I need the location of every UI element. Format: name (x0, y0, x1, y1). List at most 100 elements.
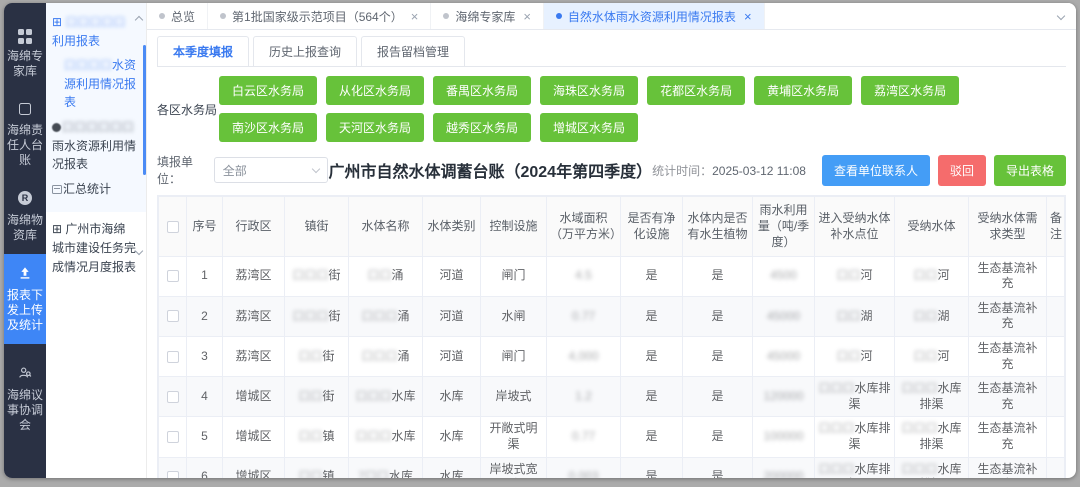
redacted-text: 口口口 (292, 268, 329, 283)
bureau-button-10[interactable]: 增城区水务局 (540, 113, 639, 142)
bureau-button-3[interactable]: 海珠区水务局 (540, 76, 639, 105)
bureau-button-0[interactable]: 白云区水务局 (219, 76, 318, 105)
row-checkbox[interactable] (166, 270, 179, 283)
redacted-text: 口口口 (355, 388, 392, 403)
redacted-text: 200000 (763, 469, 804, 478)
redacted-text: 口口 (367, 268, 392, 283)
table-cell: 口口湖 (894, 295, 969, 337)
tab-label: 海绵专家库 (455, 9, 516, 24)
table-cell: 增城区 (222, 456, 285, 478)
table-cell: 口口河 (814, 335, 895, 378)
table-cell: 增城区 (222, 376, 285, 418)
reject-button[interactable]: 驳回 (937, 154, 986, 186)
tab-report-archive[interactable]: 报告留档管理 (361, 36, 466, 66)
tab-current-quarter[interactable]: 本季度填报 (157, 36, 250, 66)
menu-item-rainwater-usage-report[interactable]: 口口口口口口雨水资源利用情况报表 (52, 118, 142, 174)
tab-bar: 总览 第1批国家级示范项目（564个） × 海绵专家库 × 自然水体雨水资源利用… (147, 3, 1076, 30)
table-cell: 口口口水库排渠 (814, 416, 895, 458)
menu-group-monthly-report[interactable]: ⊞ 广州市海绵城市建设任务完成情况月度报表 (52, 220, 144, 276)
sidebar-item-responsible-ledger[interactable]: 海绵责任人台账 (4, 90, 46, 179)
bureau-button-6[interactable]: 荔湾区水务局 (861, 76, 960, 105)
bureau-button-7[interactable]: 南沙区水务局 (219, 113, 318, 142)
bureau-button-8[interactable]: 天河区水务局 (326, 113, 425, 142)
redacted-text: 口口口 (901, 421, 938, 436)
row-checkbox[interactable] (166, 471, 179, 478)
table-cell: 口口口水库排渠 (814, 456, 895, 478)
menu-scrollbar-thumb[interactable] (143, 45, 146, 175)
table-cell: 口口河 (894, 335, 969, 378)
stat-time-label: 统计时间： (652, 163, 713, 178)
table-cell: 荔湾区 (222, 295, 285, 337)
bureau-button-1[interactable]: 从化区水务局 (326, 76, 425, 105)
tab-history-query[interactable]: 历史上报查询 (253, 36, 358, 66)
redacted-text: 1.2 (575, 388, 592, 403)
row-checkbox[interactable] (166, 350, 179, 363)
table-cell: 口口口街 (284, 295, 349, 337)
close-icon[interactable]: × (744, 9, 752, 24)
redacted-text: 100000 (763, 429, 804, 444)
table-row: 5 增城区 口口镇 口口口水库 水库 开敞式明渠 0.77 是是 100000 口口口水库排渠 口口… (158, 416, 1065, 458)
checkbox-cell (158, 335, 187, 378)
bureau-button-9[interactable]: 越秀区水务局 (433, 113, 532, 142)
column-header: 行政区 (222, 196, 285, 257)
checkbox-cell (158, 456, 187, 478)
export-button[interactable]: 导出表格 (993, 154, 1066, 186)
bureau-button-2[interactable]: 番禺区水务局 (433, 76, 532, 105)
redacted-text: 口口 (298, 469, 323, 478)
tab-expert-library[interactable]: 海绵专家库 × (431, 3, 544, 29)
row-checkbox[interactable] (166, 430, 179, 443)
sidebar-item-report-upload-statistics[interactable]: 报表下发上传及统计 (4, 253, 46, 344)
table-cell: 4,000 (546, 335, 621, 378)
row-checkbox[interactable] (166, 310, 179, 323)
tab-natural-water-report[interactable]: 自然水体雨水资源利用情况报表 × (543, 3, 765, 29)
table-cell: 荔湾区 (222, 255, 285, 297)
column-header: 水体内是否有水生植物 (682, 196, 753, 257)
menu-group-rainwater-report[interactable]: ⊞ 口口口口口利用报表 (52, 13, 144, 50)
redacted-text: 口口 (913, 308, 938, 323)
menu-item-summary-statistics[interactable]: 汇总统计 (52, 180, 142, 199)
tab-label: 总览 (171, 9, 196, 24)
data-table-wrapper: 序号 行政区 镇街 水体名称 水体类别 控制设施 水域面积（万平方米） 是否有净化设施 水体内是… (157, 195, 1066, 478)
chevron-down-icon (134, 247, 144, 256)
tab-overflow-button[interactable] (1046, 3, 1076, 29)
table-cell (1046, 295, 1065, 337)
table-cell: 是 (682, 255, 753, 297)
tab-overview[interactable]: 总览 (147, 3, 209, 29)
sidebar-item-material-library[interactable]: R 海绵物资库 (4, 179, 46, 254)
close-icon[interactable]: × (523, 9, 531, 24)
table-cell: 4 (186, 376, 223, 418)
select-all-checkbox[interactable] (166, 221, 179, 234)
redacted-text: 口口 (298, 388, 323, 403)
table-cell: 100000 (752, 416, 815, 458)
menu-group-label: 广州市海绵城市建设任务完成情况月度报表 (52, 222, 137, 274)
close-icon[interactable]: × (411, 9, 419, 24)
table-cell: 是 (620, 335, 683, 378)
table-cell: 闸门 (480, 335, 547, 378)
row-checkbox[interactable] (166, 390, 179, 403)
table-cell: 口口口涌 (348, 335, 423, 378)
tab-demo-projects[interactable]: 第1批国家级示范项目（564个） × (208, 3, 432, 29)
data-table: 序号 行政区 镇街 水体名称 水体类别 控制设施 水域面积（万平方米） 是否有净化设施 水体内是… (158, 196, 1065, 478)
menu-item-water-resource-usage-report[interactable]: 口口口口水资源利用情况报表 (52, 56, 142, 112)
bureau-button-4[interactable]: 花都区水务局 (647, 76, 746, 105)
sidebar-item-label: 海绵物资库 (6, 212, 43, 242)
content-tabs: 本季度填报 历史上报查询 报告留档管理 (157, 36, 1066, 67)
redacted-text: 口口 (836, 348, 861, 363)
table-cell: 水库 (422, 416, 481, 458)
checkbox-cell (158, 295, 187, 337)
table-cell: 水库 (422, 456, 481, 478)
sidebar-item-expert-library[interactable]: 海绵专家库 (4, 13, 46, 90)
sidebar-item-coordination-meeting[interactable]: 海绵议事协调会 (4, 354, 46, 444)
redacted-text: 口口口口 (64, 58, 113, 73)
redacted-text: 口口口 (361, 348, 398, 363)
report-unit-select[interactable]: 全部 (213, 157, 329, 183)
menu-item-label: 雨水资源利用情况报表 (52, 138, 137, 172)
bureau-button-5[interactable]: 黄埔区水务局 (754, 76, 853, 105)
table-cell: 是 (682, 335, 753, 378)
view-contacts-button[interactable]: 查看单位联系人 (821, 154, 930, 186)
redacted-text: 口口 (913, 348, 938, 363)
table-cell: 是 (682, 416, 753, 458)
table-cell: 水库 (422, 376, 481, 418)
redacted-text: 7口口 (358, 469, 389, 478)
column-header: 受纳水体 (894, 196, 969, 257)
